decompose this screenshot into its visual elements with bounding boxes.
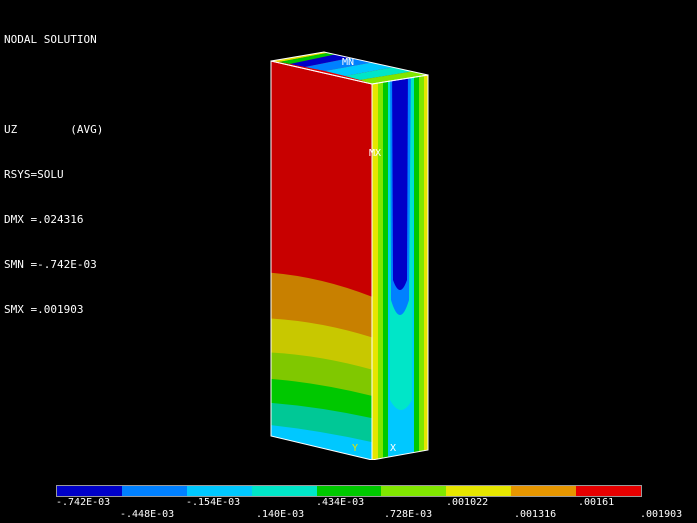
legend-color-segment bbox=[57, 486, 122, 496]
legend-tick-top: -.154E-03 bbox=[186, 497, 241, 508]
contour-legend-bar bbox=[56, 485, 642, 497]
legend-tick-top: .001022 bbox=[446, 497, 489, 508]
legend-tick-labels: -.742E-03 -.154E-03 .434E-03 .001022 .00… bbox=[0, 497, 697, 523]
legend-color-segment bbox=[186, 486, 252, 496]
legend-tick-bottom: -.448E-03 bbox=[120, 509, 175, 520]
max-marker: MX bbox=[369, 148, 381, 159]
axis-y-label: Y bbox=[352, 443, 358, 454]
front-face bbox=[271, 61, 372, 460]
legend-tick-top: -.742E-03 bbox=[56, 497, 111, 508]
contour-model-view[interactable]: MN MX Y X bbox=[0, 0, 697, 460]
legend-color-segment bbox=[511, 486, 577, 496]
legend-tick-bottom: .140E-03 bbox=[256, 509, 305, 520]
axis-x-label: X bbox=[390, 443, 396, 454]
legend-tick-bottom: .001316 bbox=[514, 509, 557, 520]
legend-tick-bottom: .001903 bbox=[640, 509, 683, 520]
legend-color-segment bbox=[381, 486, 447, 496]
legend-color-segment bbox=[446, 486, 512, 496]
legend-tick-top: .00161 bbox=[578, 497, 615, 508]
legend-color-segment bbox=[316, 486, 382, 496]
legend-tick-bottom: .728E-03 bbox=[384, 509, 433, 520]
legend-color-segment bbox=[576, 486, 642, 496]
legend-color-segment bbox=[251, 486, 317, 496]
min-marker: MN bbox=[342, 57, 354, 68]
legend-tick-top: .434E-03 bbox=[316, 497, 365, 508]
legend-color-segment bbox=[121, 486, 187, 496]
